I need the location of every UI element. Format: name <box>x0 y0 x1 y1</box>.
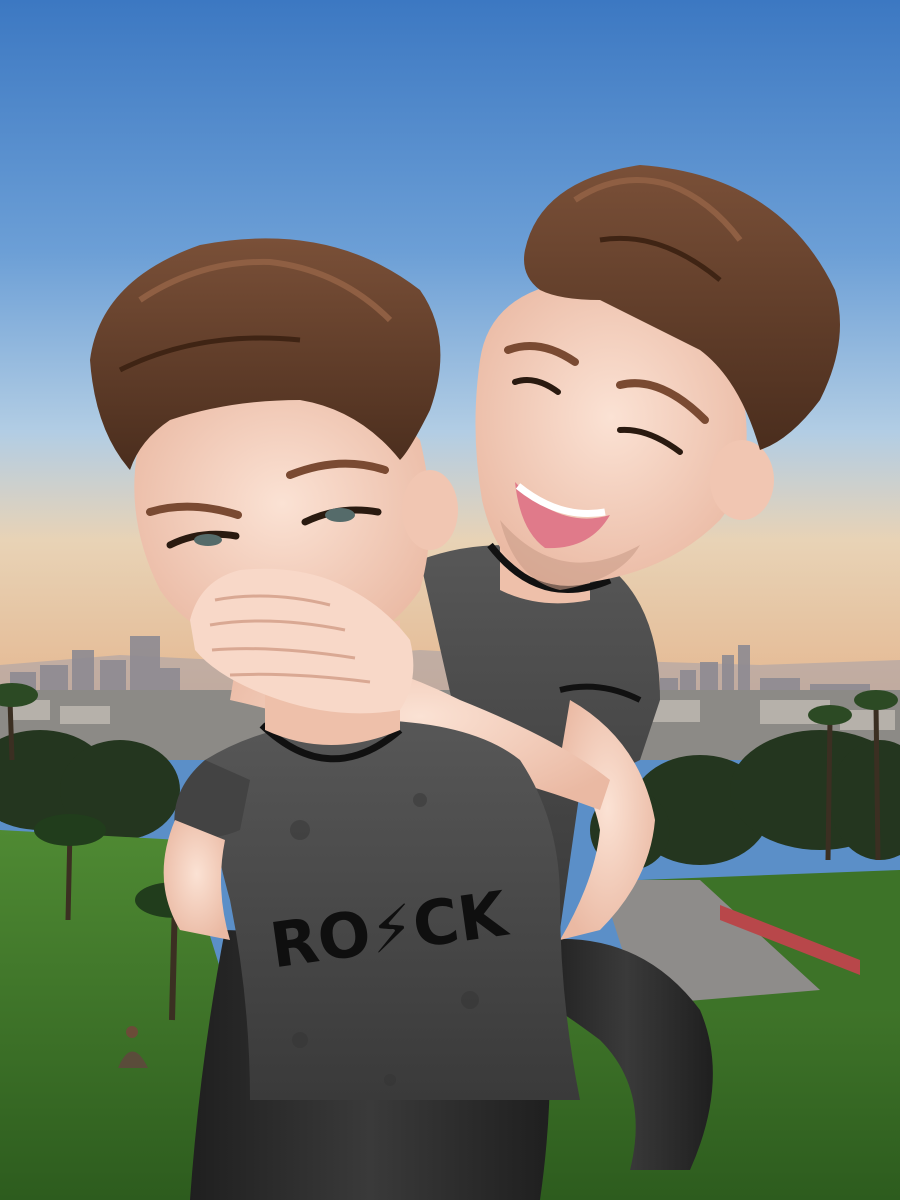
photo-scene: RO⚡CK <box>0 0 900 1200</box>
scene-illustration: RO⚡CK <box>0 0 900 1200</box>
front-avatar-ear <box>402 470 458 550</box>
back-avatar-ear <box>710 440 774 520</box>
